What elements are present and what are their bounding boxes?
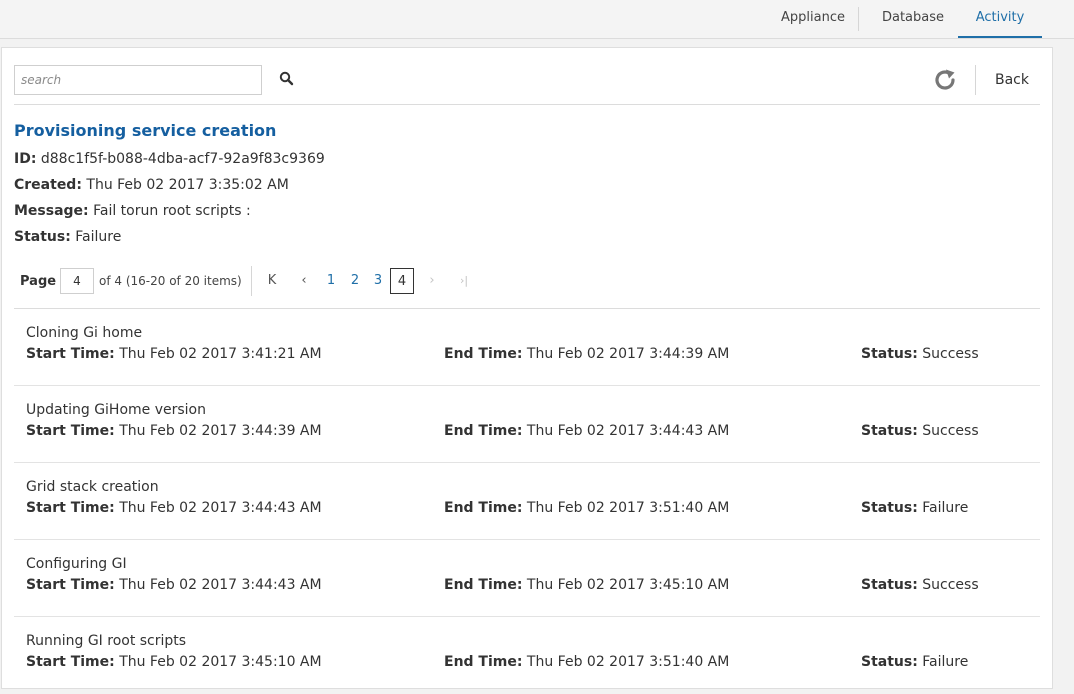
task-name: Updating GiHome version [26,402,206,418]
task-status-label: Status: [861,577,918,593]
job-status-value: Failure [75,229,122,245]
task-status: Status: Success [861,346,979,362]
task-status-label: Status: [861,346,918,362]
job-message: Message: Fail torun root scripts : [14,203,251,219]
job-status-label: Status: [14,229,71,245]
top-navigation: Appliance Database Activity [0,0,1074,39]
task-status-value: Success [922,423,979,439]
task-status-value: Success [922,346,979,362]
page-number-input[interactable] [60,268,94,294]
next-page-button[interactable]: › [423,270,441,292]
task-end-label: End Time: [444,500,523,516]
task-row: Configuring GI Start Time: Thu Feb 02 20… [14,540,1040,617]
task-start-label: Start Time: [26,500,115,516]
task-end-time: End Time: Thu Feb 02 2017 3:45:10 AM [444,577,729,593]
pager-label: Page [20,274,57,289]
page-link-3[interactable]: 3 [368,270,388,292]
task-start-value: Thu Feb 02 2017 3:44:39 AM [119,423,322,439]
task-end-label: End Time: [444,577,523,593]
task-status-value: Success [922,577,979,593]
task-end-label: End Time: [444,654,523,670]
job-created-label: Created: [14,177,82,193]
tab-divider [858,7,859,31]
search-input[interactable] [14,65,262,95]
task-status-label: Status: [861,423,918,439]
task-row: Updating GiHome version Start Time: Thu … [14,386,1040,463]
task-start-value: Thu Feb 02 2017 3:41:21 AM [119,346,322,362]
task-status-label: Status: [861,654,918,670]
task-status: Status: Success [861,577,979,593]
pager-info: of 4 (16-20 of 20 items) [99,274,242,288]
task-status: Status: Failure [861,500,968,516]
task-start-time: Start Time: Thu Feb 02 2017 3:44:39 AM [26,423,322,439]
task-row: Grid stack creation Start Time: Thu Feb … [14,463,1040,540]
task-status: Status: Success [861,423,979,439]
job-title: Provisioning service creation [14,121,277,140]
tab-appliance[interactable]: Appliance [770,0,856,36]
task-status-value: Failure [922,500,969,516]
task-end-value: Thu Feb 02 2017 3:44:43 AM [526,423,730,439]
task-end-label: End Time: [444,423,523,439]
tab-database[interactable]: Database [870,0,956,36]
back-button[interactable]: Back [986,67,1038,93]
job-status: Status: Failure [14,229,121,245]
previous-page-button[interactable]: ‹ [295,270,313,292]
job-id-value: d88c1f5f-b088-4dba-acf7-92a9f83c9369 [40,151,325,167]
job-id-label: ID: [14,151,37,167]
last-page-button[interactable]: ›| [455,270,473,292]
task-status: Status: Failure [861,654,968,670]
task-end-value: Thu Feb 02 2017 3:44:39 AM [526,346,730,362]
job-message-label: Message: [14,203,89,219]
job-created-value: Thu Feb 02 2017 3:35:02 AM [86,177,289,193]
first-page-button[interactable]: K [263,270,281,292]
task-start-time: Start Time: Thu Feb 02 2017 3:45:10 AM [26,654,322,670]
task-start-value: Thu Feb 02 2017 3:45:10 AM [119,654,322,670]
task-end-time: End Time: Thu Feb 02 2017 3:44:39 AM [444,346,729,362]
task-start-time: Start Time: Thu Feb 02 2017 3:44:43 AM [26,577,322,593]
pager-divider [251,266,252,296]
task-end-label: End Time: [444,346,523,362]
activity-detail-panel: Back Provisioning service creation ID: d… [1,47,1053,689]
task-start-label: Start Time: [26,577,115,593]
page-link-2[interactable]: 2 [345,270,365,292]
task-row: Cloning Gi home Start Time: Thu Feb 02 2… [14,309,1040,386]
search-icon[interactable] [276,68,298,90]
task-start-label: Start Time: [26,654,115,670]
tab-activity[interactable]: Activity [958,0,1042,38]
task-name: Running GI root scripts [26,633,187,649]
page-link-1[interactable]: 1 [321,270,341,292]
refresh-icon[interactable] [932,67,958,93]
task-name: Grid stack creation [26,479,159,495]
job-created: Created: Thu Feb 02 2017 3:35:02 AM [14,177,289,193]
task-name: Cloning Gi home [26,325,143,341]
task-end-time: End Time: Thu Feb 02 2017 3:51:40 AM [444,500,729,516]
task-end-time: End Time: Thu Feb 02 2017 3:51:40 AM [444,654,729,670]
page-link-4-current[interactable]: 4 [390,268,414,294]
task-status-value: Failure [922,654,969,670]
task-row: Running GI root scripts Start Time: Thu … [14,617,1040,694]
task-name: Configuring GI [26,556,127,572]
task-start-value: Thu Feb 02 2017 3:44:43 AM [119,500,322,516]
job-id: ID: d88c1f5f-b088-4dba-acf7-92a9f83c9369 [14,151,325,167]
toolbar-divider [975,65,976,95]
task-start-time: Start Time: Thu Feb 02 2017 3:44:43 AM [26,500,322,516]
task-start-label: Start Time: [26,346,115,362]
task-end-value: Thu Feb 02 2017 3:45:10 AM [526,577,730,593]
task-end-value: Thu Feb 02 2017 3:51:40 AM [526,654,730,670]
job-message-value: Fail torun root scripts : [93,203,251,219]
task-end-value: Thu Feb 02 2017 3:51:40 AM [526,500,730,516]
task-start-value: Thu Feb 02 2017 3:44:43 AM [119,577,322,593]
task-start-label: Start Time: [26,423,115,439]
task-start-time: Start Time: Thu Feb 02 2017 3:41:21 AM [26,346,322,362]
toolbar-divider-line [14,104,1040,105]
task-end-time: End Time: Thu Feb 02 2017 3:44:43 AM [444,423,729,439]
task-status-label: Status: [861,500,918,516]
